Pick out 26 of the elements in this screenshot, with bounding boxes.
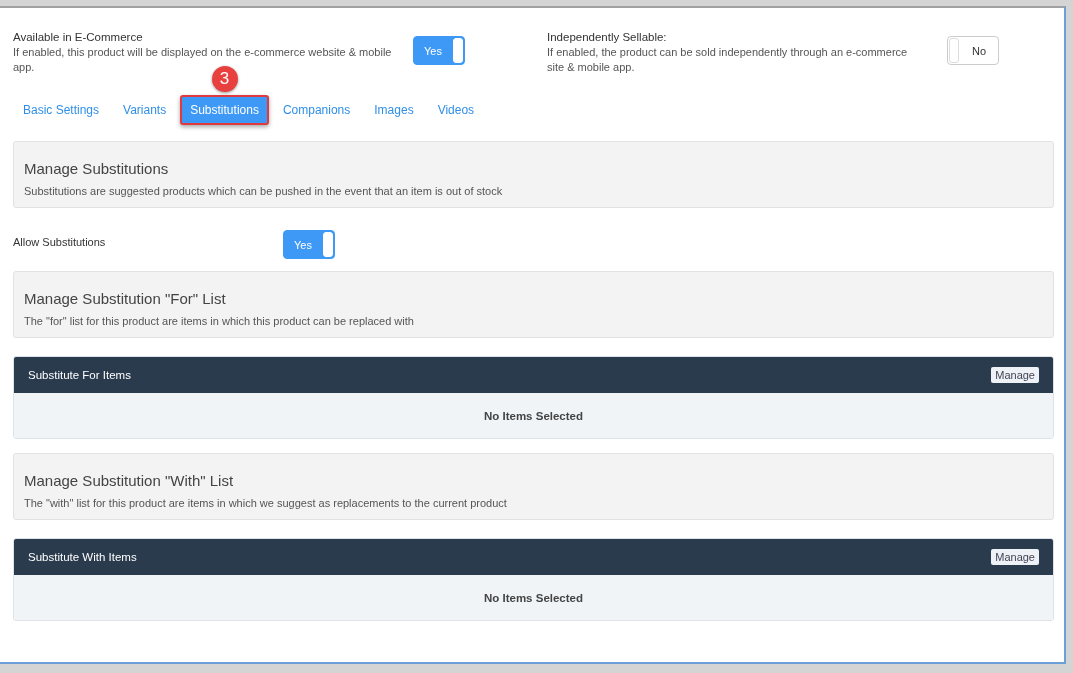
tab[interactable]: Images — [364, 95, 424, 125]
manage-button[interactable]: Manage — [991, 367, 1039, 383]
tab[interactable]: Companions — [272, 95, 361, 125]
section-description: The "for" list for this product are items in which this product can be replaced with — [24, 315, 415, 327]
section-title: Manage Substitution "With" List — [24, 472, 235, 489]
toggle-switch[interactable]: No — [947, 36, 999, 65]
tab[interactable]: Substitutions — [180, 95, 269, 125]
setting-description: If enabled, the product can be sold independently through an e-commerce site & mobile app. — [547, 45, 909, 75]
section-title: Manage Substitution "For" List — [24, 290, 227, 307]
panel-title: Substitute With Items — [28, 551, 137, 563]
setting-title: Available in E-Commerce — [13, 30, 144, 45]
tab[interactable]: Videos — [427, 95, 485, 125]
empty-message: No Items Selected — [483, 591, 584, 604]
tab[interactable]: Basic Settings — [13, 95, 110, 125]
setting-label: Allow Substitutions — [13, 235, 107, 248]
step-marker: 3 — [211, 66, 238, 92]
empty-message: No Items Selected — [483, 409, 584, 422]
section-title: Manage Substitutions — [24, 160, 170, 177]
toggle-switch[interactable]: Yes — [413, 36, 465, 65]
section-description: Substitutions are suggested products which can be pushed in the event that an item is out of stock — [24, 185, 504, 197]
toggle-switch[interactable]: Yes — [283, 230, 335, 259]
tab[interactable]: Variants — [113, 95, 177, 125]
section-description: The "with" list for this product are items in which we suggest as replacements to the current product — [24, 497, 508, 509]
panel-title: Substitute For Items — [28, 369, 131, 381]
setting-title: Independently Sellable: — [547, 30, 668, 45]
manage-button[interactable]: Manage — [991, 549, 1039, 565]
